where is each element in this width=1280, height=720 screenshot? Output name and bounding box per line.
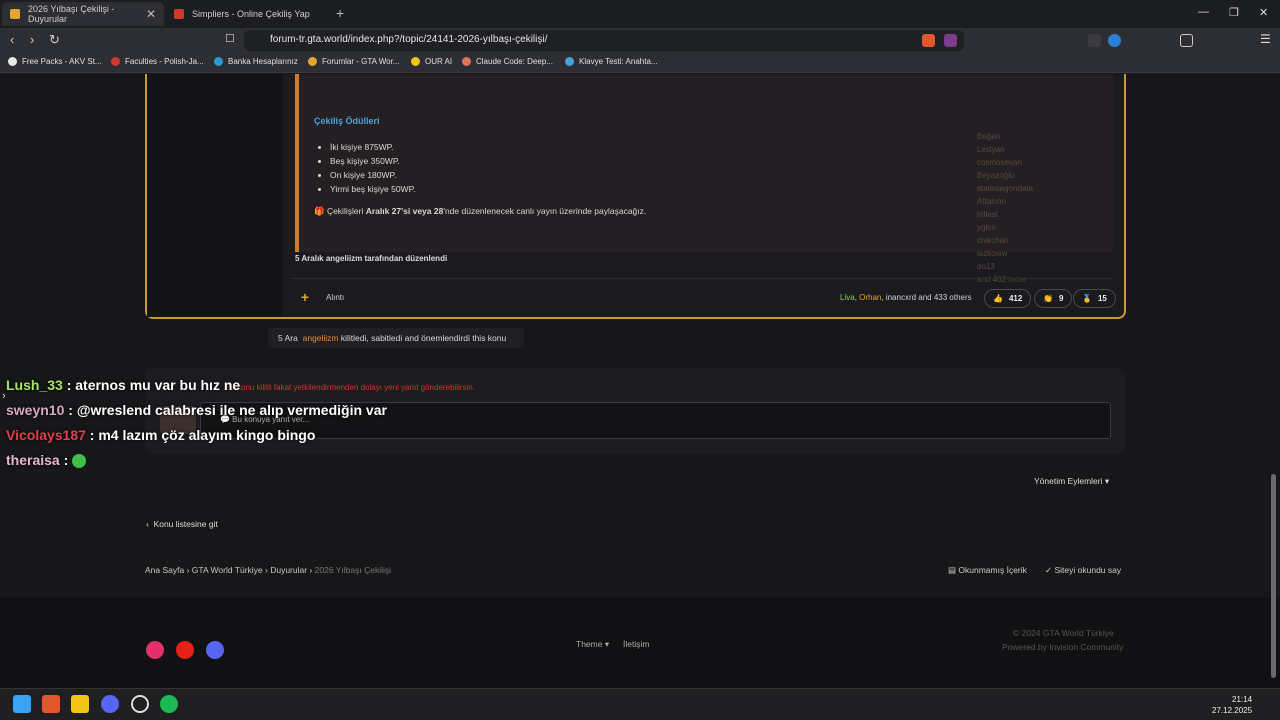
unread-content-link[interactable]: ▤ Okunmamış İçerik <box>948 565 1027 576</box>
moderation-note: 5 Ara angeliizm kilitledi, sabitledi and… <box>268 328 524 348</box>
breadcrumb-item[interactable]: Duyurular <box>270 565 307 575</box>
reaction-like-button[interactable]: 👍 412 <box>984 289 1032 308</box>
menu-icon[interactable]: ☰ <box>1260 32 1273 46</box>
list-icon: ▤ <box>948 565 959 575</box>
simpliers-favicon-icon <box>174 9 184 19</box>
bookmark-favicon-icon <box>214 57 223 66</box>
chat-message: Vicolays187 : m4 lazım çöz alayım kingo … <box>6 427 316 443</box>
bookmark-item[interactable]: Faculties - Polish-Ja... <box>111 57 204 66</box>
list-item: Beş kişiye 350WP. <box>330 154 416 168</box>
reaction-user-list: Beğen Leslyan cosmosevan Beyazoğlu stalinsag… <box>977 132 1034 284</box>
breadcrumb-current: 2026 Yılbaşı Çekilişi <box>314 565 392 575</box>
reload-icon[interactable]: ↻ <box>49 32 60 48</box>
bookmark-item[interactable]: OUR AI <box>411 57 452 66</box>
chevron-left-icon: ‹ <box>146 519 154 529</box>
tab-label: 2026 Yılbaşı Çekilişi - Duyurular <box>28 4 115 24</box>
spotify-icon[interactable] <box>160 695 178 713</box>
forward-icon[interactable]: › <box>30 32 34 47</box>
brave-shield-icon[interactable] <box>922 34 935 47</box>
prize-note: 🎁 Çekilişleri Aralık 27'si veya 28'nde d… <box>314 206 647 216</box>
chevron-right-icon[interactable]: › <box>2 390 6 402</box>
new-tab-button[interactable]: + <box>336 5 344 21</box>
list-item: Yirmi beş kişiye 50WP. <box>330 182 416 196</box>
breadcrumb: Ana Sayfa › GTA World Türkiye › Duyurula… <box>145 565 392 575</box>
chat-message: theraisa : <box>6 452 87 469</box>
contact-link[interactable]: İletişim <box>623 639 649 649</box>
bookmark-favicon-icon <box>308 57 317 66</box>
quote-button[interactable]: Alıntı <box>326 293 344 302</box>
breadcrumb-item[interactable]: GTA World Türkiye <box>192 565 263 575</box>
locked-warning: Bu konu kilitli fakat yetkilendirmenden … <box>225 383 475 392</box>
instagram-icon[interactable] <box>146 641 164 659</box>
url-text[interactable]: forum-tr.gta.world/index.php?/topic/2414… <box>270 34 547 45</box>
system-clock[interactable]: 21:14 27.12.2025 <box>1212 694 1252 716</box>
bookmark-item[interactable]: Klavye Testi: Anahta... <box>565 57 658 66</box>
management-actions-dropdown[interactable]: Yönetim Eylemleri ▾ <box>1034 476 1109 487</box>
discord-icon[interactable] <box>206 641 224 659</box>
chat-message: Lush_33 : aternos mu var bu hız ne <box>6 377 241 393</box>
chat-message: sweyn10 : @wreslend calabresi ile ne alı… <box>6 402 387 418</box>
gta-favicon-icon <box>10 9 20 19</box>
extension-icon[interactable] <box>1108 34 1121 47</box>
bookmark-favicon-icon <box>411 57 420 66</box>
edited-note: 5 Aralık angeliizm tarafından düzenlendi <box>295 254 448 263</box>
list-item: On kişiye 180WP. <box>330 168 416 182</box>
bookmark-icon[interactable]: ☐ <box>225 32 235 45</box>
bookmark-favicon-icon <box>565 57 574 66</box>
restore-icon[interactable]: ❐ <box>1229 6 1239 19</box>
bookmark-item[interactable]: Banka Hesaplarınız <box>214 57 298 66</box>
minimize-icon[interactable]: — <box>1198 6 1209 18</box>
mark-read-link[interactable]: ✓ Siteyi okundu say <box>1045 565 1121 576</box>
reaction-medal-button[interactable]: 🥇 15 <box>1073 289 1116 308</box>
close-window-icon[interactable]: ✕ <box>1259 6 1268 19</box>
brave-rewards-icon[interactable] <box>944 34 957 47</box>
medal-icon: 🥇 <box>1082 294 1092 303</box>
sidebar-icon[interactable] <box>1180 34 1193 47</box>
bookmark-favicon-icon <box>462 57 471 66</box>
multiquote-button[interactable]: + <box>295 289 315 307</box>
brave-icon[interactable] <box>42 695 60 713</box>
bookmark-item[interactable]: Forumlar - GTA Wor... <box>308 57 400 66</box>
tab-simpliers[interactable]: Simpliers - Online Çekiliş Yap <box>166 2 328 26</box>
moderator-link[interactable]: angeliizm <box>303 333 339 343</box>
back-icon[interactable]: ‹ <box>10 32 14 47</box>
theme-selector[interactable]: Theme ▾ <box>576 639 609 650</box>
discord-icon[interactable] <box>101 695 119 713</box>
scrollbar-thumb[interactable] <box>1271 474 1276 678</box>
back-to-list-link[interactable]: ‹ Konu listesine git <box>146 519 218 529</box>
emote-icon <box>72 454 87 469</box>
extension-icon[interactable] <box>1088 34 1101 47</box>
breadcrumb-item[interactable]: Ana Sayfa <box>145 565 184 575</box>
powered-by-link[interactable]: Powered by Invision Community <box>1002 642 1123 652</box>
prizes-heading: Çekiliş Ödülleri <box>314 116 380 126</box>
copyright: © 2024 GTA World Türkiye <box>1013 628 1114 638</box>
close-tab-icon[interactable]: ✕ <box>146 7 156 21</box>
youtube-icon[interactable] <box>176 641 194 659</box>
clap-icon: 👏 <box>1043 294 1053 303</box>
reaction-clap-button[interactable]: 👏 9 <box>1034 289 1073 308</box>
bookmark-favicon-icon <box>111 57 120 66</box>
bookmark-item[interactable]: Free Packs - AKV St... <box>8 57 102 66</box>
taskbar <box>0 688 1280 720</box>
likers-text[interactable]: Liva, Orhan, inancxrd and 433 others <box>840 293 972 302</box>
tab-label: Simpliers - Online Çekiliş Yap <box>192 9 310 19</box>
app-icon[interactable] <box>131 695 149 713</box>
bookmark-item[interactable]: Claude Code: Deep... <box>462 57 553 66</box>
tab-active[interactable]: 2026 Yılbaşı Çekilişi - Duyurular ✕ <box>2 2 164 26</box>
thumbs-up-icon: 👍 <box>993 294 1003 303</box>
windows-start-icon[interactable] <box>13 695 31 713</box>
divider <box>291 278 1113 279</box>
list-item: İki kişiye 875WP. <box>330 140 416 154</box>
post-author-column <box>147 74 283 317</box>
bookmarks-bar: Free Packs - AKV St... Faculties - Polis… <box>0 53 1280 73</box>
bookmark-favicon-icon <box>8 57 17 66</box>
file-explorer-icon[interactable] <box>71 695 89 713</box>
prizes-list: İki kişiye 875WP. Beş kişiye 350WP. On k… <box>330 140 416 196</box>
